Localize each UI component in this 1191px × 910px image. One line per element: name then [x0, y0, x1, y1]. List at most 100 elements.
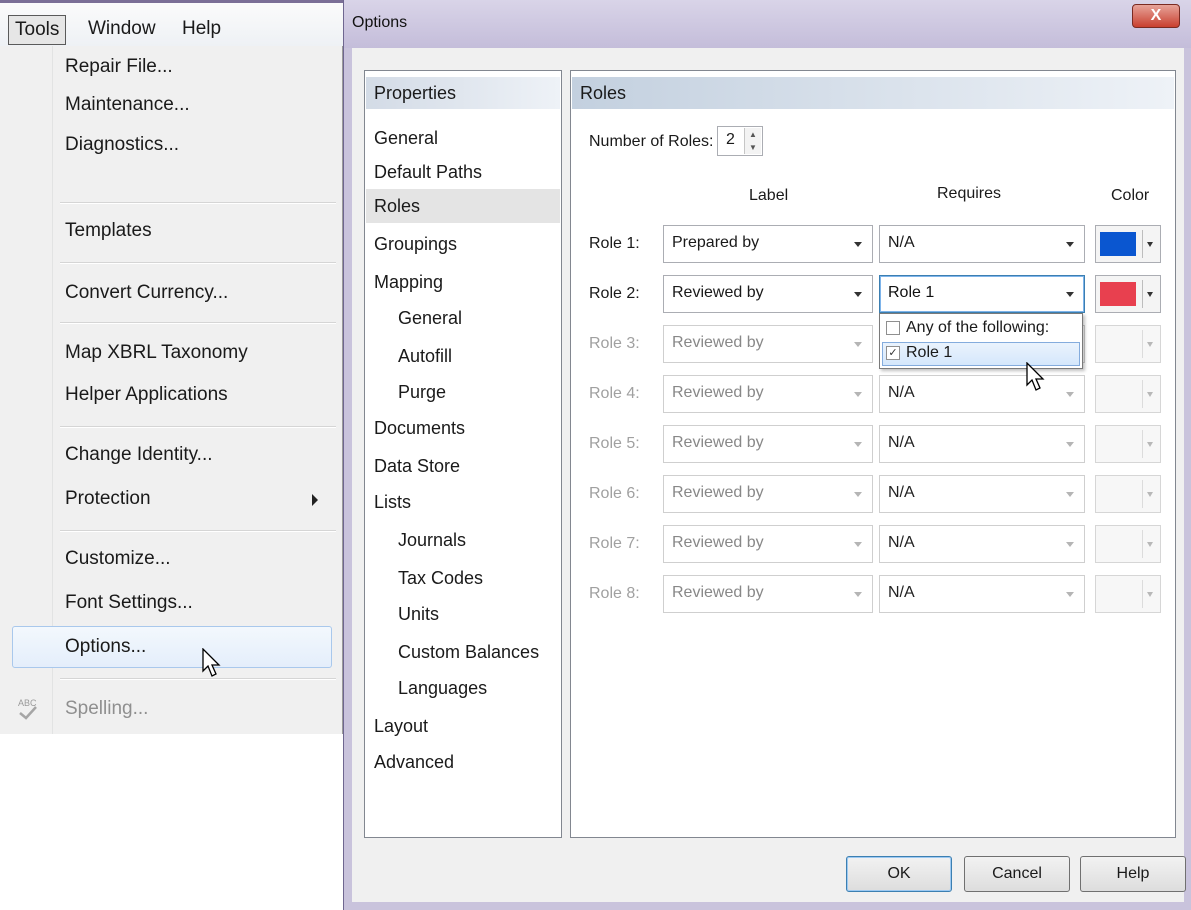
nav-item-mapping-general[interactable]: General	[366, 301, 560, 335]
role-1-requires-combo[interactable]: N/A	[879, 225, 1085, 263]
dialog-titlebar[interactable]: Options X	[344, 0, 1191, 48]
requires-option-any[interactable]: Any of the following:	[882, 317, 1080, 341]
stepper-up-icon[interactable]: ▲	[745, 128, 761, 141]
menu-item-label: Customize...	[65, 548, 171, 569]
menu-item-customize[interactable]: Customize...	[0, 540, 340, 578]
tools-menu: Repair File... Maintenance... Diagnostic…	[0, 46, 343, 734]
menu-tools[interactable]: Tools	[8, 15, 67, 45]
role-4-label-combo[interactable]: Reviewed by	[663, 375, 873, 413]
close-icon: X	[1150, 7, 1162, 24]
role-2-label-combo[interactable]: Reviewed by	[663, 275, 873, 313]
nav-item-tax-codes[interactable]: Tax Codes	[366, 561, 560, 595]
role-1-color-picker[interactable]	[1095, 225, 1161, 263]
menu-item-options[interactable]: Options...	[12, 626, 332, 668]
nav-item-journals[interactable]: Journals	[366, 523, 560, 557]
chevron-down-icon	[1147, 442, 1153, 447]
role-2-label: Role 2:	[589, 285, 640, 302]
menu-item-convert-currency[interactable]: Convert Currency...	[0, 274, 340, 312]
chevron-down-icon	[1147, 242, 1153, 247]
menu-help[interactable]: Help	[176, 15, 227, 45]
role-6-requires-combo[interactable]: N/A	[879, 475, 1085, 513]
menu-item-label: Convert Currency...	[65, 282, 229, 303]
column-header-color: Color	[1111, 187, 1150, 204]
menu-item-label: Options...	[65, 636, 147, 657]
role-8-requires-value: N/A	[888, 584, 915, 601]
chevron-down-icon	[1147, 592, 1153, 597]
role-3-label-combo[interactable]: Reviewed by	[663, 325, 873, 363]
menu-item-diagnostics[interactable]: Diagnostics...	[0, 126, 340, 164]
ok-button[interactable]: OK	[846, 856, 952, 892]
role-5-requires-combo[interactable]: N/A	[879, 425, 1085, 463]
nav-item-general[interactable]: General	[366, 121, 560, 155]
menu-item-templates[interactable]: Templates	[0, 212, 340, 250]
role-2-label-value: Reviewed by	[672, 284, 764, 301]
role-4-color-picker[interactable]	[1095, 375, 1161, 413]
role-2-color-swatch	[1100, 282, 1136, 306]
nav-item-data-store[interactable]: Data Store	[366, 449, 560, 483]
role-6-requires-value: N/A	[888, 484, 915, 501]
role-7-color-picker[interactable]	[1095, 525, 1161, 563]
role-1-label-combo[interactable]: Prepared by	[663, 225, 873, 263]
role-5-label: Role 5:	[589, 435, 640, 452]
role-5-requires-value: N/A	[888, 434, 915, 451]
role-5-color-picker[interactable]	[1095, 425, 1161, 463]
menu-item-change-identity[interactable]: Change Identity...	[0, 436, 340, 474]
role-8-color-picker[interactable]	[1095, 575, 1161, 613]
menu-item-label: Change Identity...	[65, 444, 213, 465]
chevron-down-icon	[854, 592, 862, 597]
role-7-label-combo[interactable]: Reviewed by	[663, 525, 873, 563]
menu-window[interactable]: Window	[82, 15, 162, 45]
role-7-requires-value: N/A	[888, 534, 915, 551]
role-8-requires-combo[interactable]: N/A	[879, 575, 1085, 613]
nav-item-units[interactable]: Units	[366, 597, 560, 631]
menu-separator	[60, 202, 336, 204]
role-3-label: Role 3:	[589, 335, 640, 352]
menu-item-spelling[interactable]: ABC Spelling...	[0, 690, 340, 728]
nav-item-custom-balances[interactable]: Custom Balances	[366, 635, 560, 669]
role-6-label-combo[interactable]: Reviewed by	[663, 475, 873, 513]
role-6-color-picker[interactable]	[1095, 475, 1161, 513]
nav-item-languages[interactable]: Languages	[366, 671, 560, 705]
menu-bar: Tools Window Help	[0, 0, 343, 46]
nav-item-lists[interactable]: Lists	[366, 485, 560, 519]
nav-item-groupings[interactable]: Groupings	[366, 227, 560, 261]
requires-option-role-1[interactable]: ✓ Role 1	[882, 342, 1080, 366]
nav-item-advanced[interactable]: Advanced	[366, 745, 560, 779]
close-button[interactable]: X	[1132, 4, 1180, 28]
nav-item-autofill[interactable]: Autofill	[366, 339, 560, 373]
nav-item-default-paths[interactable]: Default Paths	[366, 155, 560, 189]
chevron-down-icon	[854, 342, 862, 347]
checkbox-any-of-following[interactable]	[886, 321, 900, 335]
menu-item-protection[interactable]: Protection	[0, 480, 340, 518]
role-4-label-value: Reviewed by	[672, 384, 764, 401]
role-7-requires-combo[interactable]: N/A	[879, 525, 1085, 563]
menu-item-helper-applications[interactable]: Helper Applications	[0, 376, 340, 414]
role-5-label-value: Reviewed by	[672, 434, 764, 451]
role-1-label-value: Prepared by	[672, 234, 760, 251]
menu-item-repair-file[interactable]: Repair File...	[0, 48, 340, 86]
role-5-label-combo[interactable]: Reviewed by	[663, 425, 873, 463]
nav-item-mapping[interactable]: Mapping	[366, 265, 560, 299]
nav-item-documents[interactable]: Documents	[366, 411, 560, 445]
chevron-down-icon	[854, 242, 862, 247]
number-of-roles-stepper[interactable]: 2 ▲ ▼	[717, 126, 763, 156]
stepper-down-icon[interactable]: ▼	[745, 141, 761, 154]
cancel-button[interactable]: Cancel	[964, 856, 1070, 892]
role-3-color-picker[interactable]	[1095, 325, 1161, 363]
menu-item-label: Diagnostics...	[65, 134, 180, 155]
role-2-requires-value: Role 1	[888, 284, 935, 301]
nav-item-layout[interactable]: Layout	[366, 709, 560, 743]
checkbox-role-1[interactable]: ✓	[886, 346, 900, 360]
menu-separator	[60, 322, 336, 324]
menu-item-maintenance[interactable]: Maintenance...	[0, 86, 340, 124]
nav-item-purge[interactable]: Purge	[366, 375, 560, 409]
menu-item-map-xbrl-taxonomy[interactable]: Map XBRL Taxonomy	[0, 334, 340, 372]
nav-item-roles[interactable]: Roles	[366, 189, 560, 223]
role-2-requires-combo[interactable]: Role 1	[879, 275, 1085, 313]
chevron-down-icon	[1066, 292, 1074, 297]
role-2-color-picker[interactable]	[1095, 275, 1161, 313]
role-8-label-combo[interactable]: Reviewed by	[663, 575, 873, 613]
role-4-requires-combo[interactable]: N/A	[879, 375, 1085, 413]
menu-item-font-settings[interactable]: Font Settings...	[0, 584, 340, 622]
help-button[interactable]: Help	[1080, 856, 1186, 892]
